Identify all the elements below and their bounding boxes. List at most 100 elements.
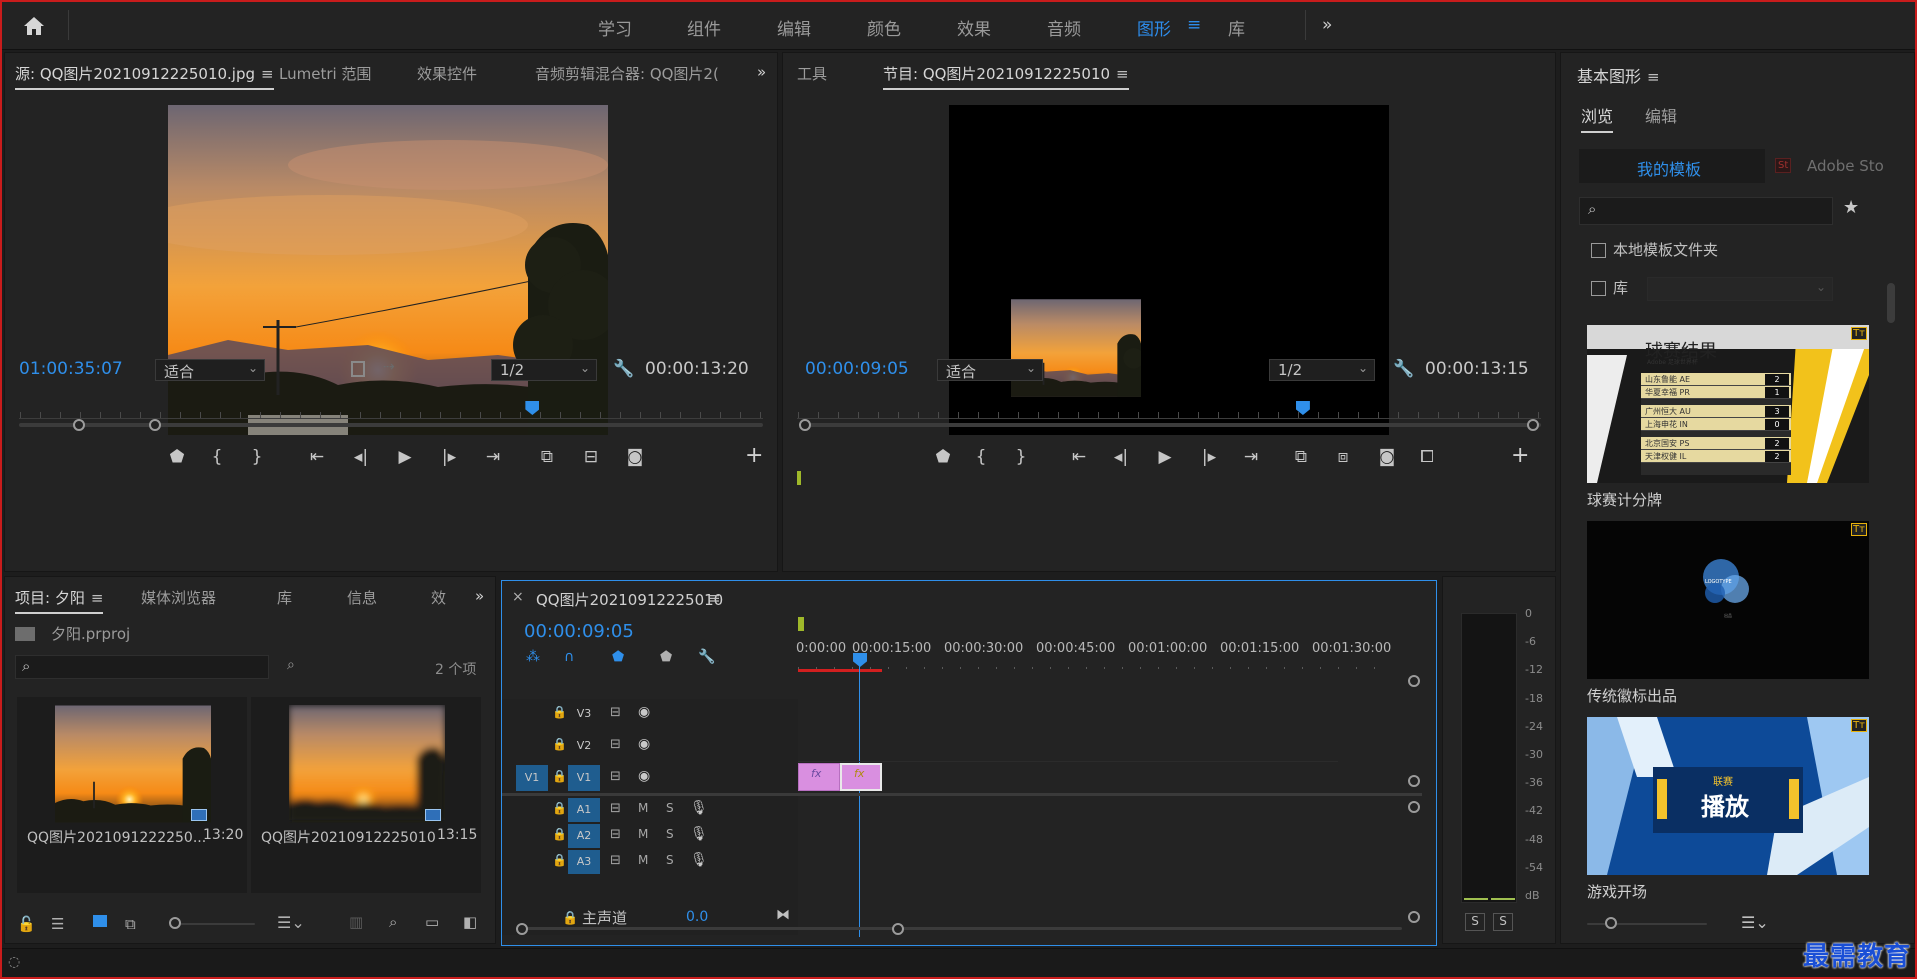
- tab-libraries[interactable]: 库: [277, 587, 292, 608]
- template-search-input[interactable]: ⌕: [1579, 197, 1833, 225]
- a-scroll-bottom[interactable]: [1408, 911, 1420, 923]
- solo-button[interactable]: S: [666, 827, 674, 841]
- lock-icon[interactable]: 🔒: [552, 853, 567, 867]
- sync-lock-icon[interactable]: ⊟: [610, 705, 621, 720]
- comparison-view-icon[interactable]: ⧠: [1415, 447, 1439, 467]
- sort-icon[interactable]: ☰⌄: [277, 913, 305, 932]
- icon-view-icon[interactable]: [93, 915, 107, 927]
- workspace-menu-icon[interactable]: ≡: [1187, 15, 1201, 35]
- library-dropdown[interactable]: ⌄: [1647, 277, 1833, 301]
- template-thumbnail-scoreboard[interactable]: 球赛结果 Adobe 足球世界杯 山东鲁能 AE 2 华夏幸福 PR 1 广州恒大 AU…: [1587, 325, 1869, 483]
- workspace-color[interactable]: 颜色: [867, 15, 901, 40]
- zoom-slider-handle[interactable]: [169, 917, 181, 929]
- freeform-view-icon[interactable]: ⧉: [125, 915, 136, 933]
- linked-selection-icon[interactable]: ∩: [564, 649, 574, 665]
- thumbnail-size-handle[interactable]: [1605, 917, 1617, 929]
- lock-icon[interactable]: 🔓: [17, 915, 36, 933]
- tab-info[interactable]: 信息: [347, 587, 377, 608]
- template-scrollbar[interactable]: [1887, 283, 1895, 323]
- v-scroll-top[interactable]: [1408, 675, 1420, 687]
- solo-button[interactable]: S: [666, 801, 674, 815]
- sync-lock-icon[interactable]: ⊟: [610, 737, 621, 752]
- local-templates-checkbox[interactable]: [1591, 243, 1606, 258]
- eye-icon[interactable]: ◉: [638, 736, 650, 752]
- camera-icon[interactable]: ◙: [1375, 447, 1399, 467]
- lock-icon[interactable]: 🔒: [562, 911, 578, 926]
- microphone-icon[interactable]: 🎙: [690, 852, 708, 868]
- mark-in-icon[interactable]: {: [969, 447, 993, 467]
- track-label-v3[interactable]: V3: [568, 701, 600, 727]
- sync-lock-icon[interactable]: ⊟: [610, 827, 621, 842]
- button-editor-icon[interactable]: +: [745, 443, 763, 468]
- solo-left-button[interactable]: S: [1465, 913, 1485, 931]
- mark-out-icon[interactable]: }: [245, 447, 269, 467]
- track-label-v1[interactable]: V1: [568, 765, 600, 791]
- add-marker-icon[interactable]: ⬟: [612, 649, 624, 665]
- button-editor-icon[interactable]: +: [1511, 443, 1529, 468]
- template-thumbnail-game[interactable]: 联赛 播放 Tт: [1587, 717, 1869, 875]
- zoom-handle-right[interactable]: [149, 419, 161, 431]
- timeline-zoom-right[interactable]: [892, 923, 904, 935]
- project-item[interactable]: QQ图片20210912225010 13:15: [251, 697, 481, 893]
- go-to-next-edit-icon[interactable]: ⧓: [776, 907, 790, 923]
- workspace-effects[interactable]: 效果: [957, 15, 991, 40]
- audio-meter[interactable]: [1461, 613, 1517, 903]
- adobe-stock-toggle[interactable]: St Adobe Sto: [1765, 149, 1911, 183]
- panel-menu-icon[interactable]: ≡: [91, 589, 104, 607]
- timeline-timecode[interactable]: 00:00:09:05: [524, 621, 634, 642]
- timeline-zoom-left[interactable]: [516, 923, 528, 935]
- eye-icon[interactable]: ◉: [638, 704, 650, 720]
- lock-icon[interactable]: 🔒: [552, 801, 567, 815]
- go-to-out-icon[interactable]: ⇥: [481, 447, 505, 467]
- workspace-graphics[interactable]: 图形: [1137, 15, 1171, 40]
- panel-menu-icon[interactable]: ≡: [708, 589, 721, 607]
- source-zoom-bar[interactable]: [19, 423, 763, 427]
- panel-menu-icon[interactable]: ≡: [1116, 65, 1129, 83]
- overwrite-icon[interactable]: ⊟: [579, 447, 603, 467]
- workspace-learn[interactable]: 学习: [598, 15, 632, 40]
- program-resolution-dropdown[interactable]: 1/2 ⌄: [1269, 359, 1375, 381]
- camera-icon[interactable]: ◙: [623, 447, 647, 467]
- star-icon[interactable]: ★: [1843, 197, 1859, 218]
- panel-menu-icon[interactable]: ≡: [261, 65, 274, 83]
- mark-out-icon[interactable]: }: [1009, 447, 1033, 467]
- tab-edit[interactable]: 编辑: [1645, 103, 1677, 127]
- v-scroll-bottom[interactable]: [1408, 775, 1420, 787]
- export-frame-icon[interactable]: [351, 361, 365, 377]
- go-to-in-icon[interactable]: ⇤: [305, 447, 329, 467]
- track-label-a2[interactable]: A2: [568, 824, 600, 848]
- master-volume[interactable]: 0.0: [686, 909, 708, 925]
- library-checkbox[interactable]: [1591, 281, 1606, 296]
- tab-browse[interactable]: 浏览: [1581, 103, 1614, 133]
- lock-icon[interactable]: 🔒: [552, 769, 567, 783]
- mute-button[interactable]: M: [638, 853, 648, 867]
- zoom-slider[interactable]: [175, 923, 255, 925]
- step-forward-icon[interactable]: |▸: [1197, 447, 1221, 467]
- mute-button[interactable]: M: [638, 801, 648, 815]
- my-templates-toggle[interactable]: 我的模板: [1579, 149, 1765, 183]
- template-thumbnail-logo[interactable]: 出品 LOGOTYPE Tт: [1587, 521, 1869, 679]
- timeline-ruler[interactable]: 0:00:00 00:00:15:00 00:00:30:00 00:00:45:00…: [796, 633, 1398, 669]
- track-label-a1[interactable]: A1: [568, 798, 600, 822]
- workspace-overflow-icon[interactable]: »: [1322, 15, 1332, 35]
- clip[interactable]: fx: [840, 763, 882, 791]
- timeline-settings-icon[interactable]: 🔧: [698, 649, 715, 665]
- workspace-assembly[interactable]: 组件: [687, 15, 721, 40]
- list-view-icon[interactable]: ☰: [51, 915, 64, 933]
- tab-lumetri-scopes[interactable]: Lumetri 范围: [279, 63, 371, 84]
- source-patch-v1[interactable]: V1: [516, 765, 548, 791]
- eye-icon[interactable]: ◉: [638, 768, 650, 784]
- new-bin-icon[interactable]: ▭: [425, 913, 439, 931]
- step-forward-icon[interactable]: |▸: [437, 447, 461, 467]
- project-item[interactable]: QQ图片2021091222250... 13:20: [17, 697, 247, 893]
- play-icon[interactable]: ▶: [1153, 447, 1177, 467]
- snap-icon[interactable]: ⁂: [526, 649, 540, 665]
- sort-icon[interactable]: ☰⌄: [1741, 913, 1769, 932]
- solo-right-button[interactable]: S: [1493, 913, 1513, 931]
- solo-button[interactable]: S: [666, 853, 674, 867]
- step-back-icon[interactable]: ◂|: [1109, 447, 1133, 467]
- tab-project[interactable]: 项目: 夕阳 ≡: [15, 587, 104, 614]
- lock-icon[interactable]: 🔒: [552, 827, 567, 841]
- source-timecode[interactable]: 01:00:35:07: [19, 359, 123, 379]
- new-item-icon[interactable]: ◧: [463, 913, 477, 931]
